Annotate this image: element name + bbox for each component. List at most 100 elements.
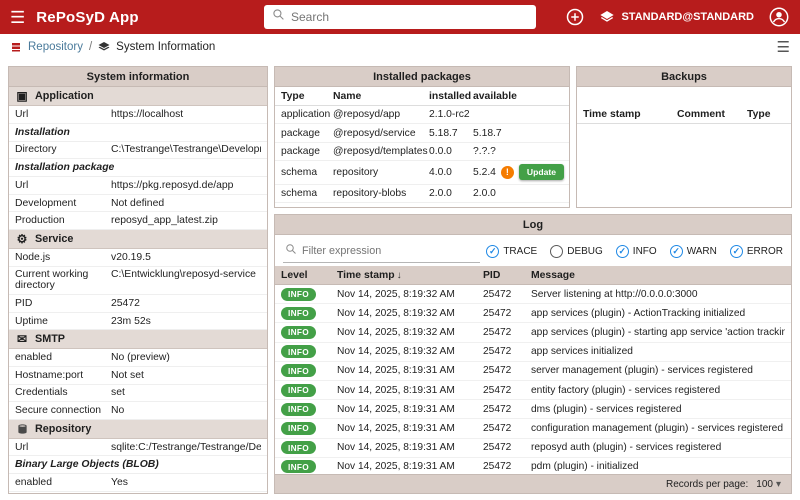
level-toggle-info[interactable]: ✓ INFO: [616, 245, 657, 258]
records-per-page-select[interactable]: 100 ▾: [756, 479, 781, 490]
level-toggle-error[interactable]: ✓ ERROR: [730, 245, 783, 258]
system-information-panel: System information ▣ Application Url htt…: [8, 66, 268, 494]
installed-packages-title: Installed packages: [275, 67, 569, 87]
log-row: INFO Nov 14, 2025, 8:19:32 AM 25472 app …: [275, 323, 791, 342]
breadcrumb-separator: /: [89, 41, 92, 53]
system-information-title: System information: [9, 67, 267, 87]
subsection-installation-package: Installation package: [9, 159, 267, 177]
level-badge: INFO: [281, 326, 316, 339]
search-input[interactable]: [291, 10, 528, 24]
search-box[interactable]: [264, 5, 536, 29]
level-badge: INFO: [281, 460, 316, 473]
section-label: Repository: [35, 423, 91, 435]
dropdown-icon: ▾: [776, 479, 781, 490]
info-row: Url sqlite:C:/Testrange/Testrange/Develo…: [9, 439, 267, 457]
log-row: INFO Nov 14, 2025, 8:19:31 AM 25472 pdm …: [275, 458, 791, 474]
filter-expression-input[interactable]: [302, 245, 478, 257]
checked-circle-icon: ✓: [730, 245, 743, 258]
info-row: Current working directory C:\Entwicklung…: [9, 267, 267, 296]
col-timestamp: Time stamp: [583, 109, 677, 120]
repository-icon: [10, 41, 22, 53]
level-toggle-debug[interactable]: DEBUG: [550, 245, 603, 258]
level-badge: INFO: [281, 307, 316, 320]
level-toggle-warn[interactable]: ✓ WARN: [670, 245, 717, 258]
app-title: RePoSyD App: [36, 9, 139, 26]
log-footer: Records per page: 100 ▾: [275, 474, 791, 493]
info-row: Hostname:port Not set: [9, 367, 267, 385]
subsection-blob: Binary Large Objects (BLOB): [9, 456, 267, 474]
package-row: schema repository-blobs 2.0.0 2.0.0: [275, 185, 569, 203]
backups-table-header: Time stamp Comment Type: [577, 105, 791, 124]
info-row: PID 25472: [9, 295, 267, 313]
log-filter-bar: ✓ TRACE DEBUG ✓ INFO ✓ WARN: [275, 235, 791, 266]
section-label: Application: [35, 90, 94, 102]
level-badge: INFO: [281, 288, 316, 301]
log-table-header: Level Time stamp↓ PID Message: [275, 266, 791, 285]
level-badge: INFO: [281, 422, 316, 435]
level-badge: INFO: [281, 384, 316, 397]
breadcrumb-repository-link[interactable]: Repository: [28, 41, 83, 53]
col-type: Type: [281, 91, 333, 102]
application-icon: ▣: [15, 90, 29, 102]
log-row: INFO Nov 14, 2025, 8:19:31 AM 25472 serv…: [275, 362, 791, 381]
info-row: Directory C:\Testrange\Testrange\Develop…: [9, 142, 267, 160]
section-smtp: ✉ SMTP: [9, 330, 267, 349]
info-row: Production reposyd_app_latest.zip: [9, 212, 267, 230]
log-row: INFO Nov 14, 2025, 8:19:31 AM 25472 repo…: [275, 439, 791, 458]
log-row: INFO Nov 14, 2025, 8:19:32 AM 25472 app …: [275, 304, 791, 323]
col-comment: Comment: [677, 109, 747, 120]
level-badge: INFO: [281, 345, 316, 358]
backups-title: Backups: [577, 67, 791, 87]
layers-icon: [599, 9, 615, 25]
filter-expression-field[interactable]: [283, 240, 480, 263]
gear-icon: ⚙: [15, 233, 29, 245]
app-header: ☰ RePoSyD App STANDARD@STANDARD: [0, 0, 800, 34]
envelope-icon: ✉: [15, 333, 29, 345]
breadcrumb-current: System Information: [116, 41, 215, 53]
subsection-installation: Installation: [9, 124, 267, 142]
col-timestamp[interactable]: Time stamp↓: [337, 270, 483, 281]
page-menu-icon[interactable]: ☰: [777, 38, 790, 56]
section-label: SMTP: [35, 333, 65, 345]
info-row: Node.js v20.19.5: [9, 249, 267, 267]
unchecked-circle-icon: [550, 245, 563, 258]
package-row: package @reposyd/service 5.18.7 5.18.7: [275, 124, 569, 142]
account-label: STANDARD@STANDARD: [621, 11, 754, 23]
log-panel: Log ✓ TRACE DEBUG: [274, 214, 792, 494]
col-installed: installed: [429, 91, 473, 102]
log-row: INFO Nov 14, 2025, 8:19:31 AM 25472 enti…: [275, 381, 791, 400]
installed-packages-panel: Installed packages Type Name installed a…: [274, 66, 570, 208]
menu-icon[interactable]: ☰: [10, 9, 25, 26]
log-row: INFO Nov 14, 2025, 8:19:32 AM 25472 app …: [275, 343, 791, 362]
records-per-page-label: Records per page:: [666, 479, 748, 490]
info-row: Url {repository.url}?database=reposyd-bl…: [9, 492, 267, 494]
package-row: schema repository 4.0.0 5.2.4 ! Update: [275, 161, 569, 184]
update-warning-icon: !: [501, 166, 514, 179]
col-available: available: [473, 91, 563, 102]
col-level: Level: [281, 270, 337, 281]
checked-circle-icon: ✓: [616, 245, 629, 258]
breadcrumb: Repository / System Information ☰: [0, 34, 800, 60]
add-button[interactable]: [565, 7, 585, 27]
database-icon: [15, 423, 29, 435]
level-badge: INFO: [281, 403, 316, 416]
account-circle-icon[interactable]: [768, 6, 790, 28]
info-row: Credentials set: [9, 385, 267, 403]
col-name: Name: [333, 91, 429, 102]
info-row: Secure connection No: [9, 402, 267, 420]
log-rows: INFO Nov 14, 2025, 8:19:32 AM 25472 Serv…: [275, 285, 791, 474]
col-type: Type: [747, 109, 785, 120]
info-row: enabled Yes: [9, 474, 267, 492]
package-row: application @reposyd/app 2.1.0-rc2: [275, 106, 569, 124]
update-button[interactable]: Update: [519, 164, 564, 180]
level-toggle-trace[interactable]: ✓ TRACE: [486, 245, 537, 258]
standard-selector-button[interactable]: STANDARD@STANDARD: [599, 9, 754, 25]
sort-desc-icon: ↓: [397, 270, 402, 281]
info-row: Uptime 23m 52s: [9, 313, 267, 331]
log-title: Log: [275, 215, 791, 235]
section-repository: Repository: [9, 420, 267, 439]
search-icon: [272, 8, 285, 26]
info-row: enabled No (preview): [9, 349, 267, 367]
info-row: Url https://localhost: [9, 106, 267, 124]
checked-circle-icon: ✓: [486, 245, 499, 258]
